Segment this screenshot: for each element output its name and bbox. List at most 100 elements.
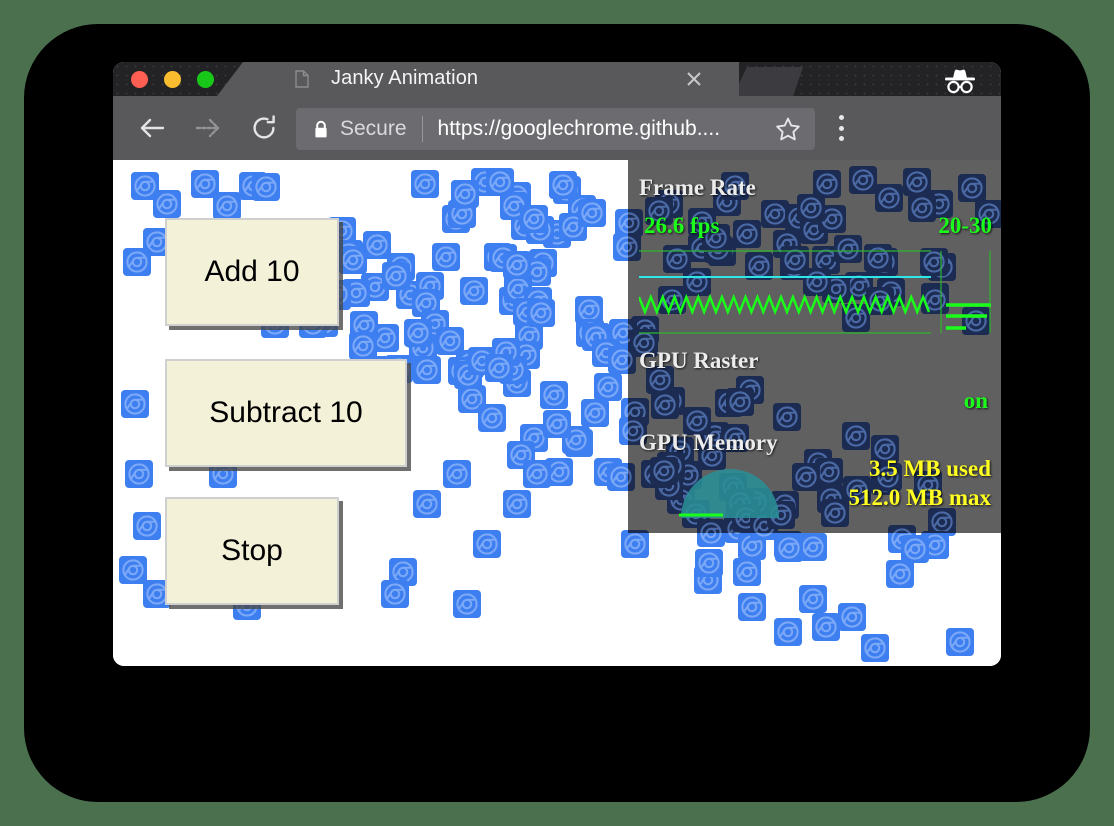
chrome-logo-sprite — [478, 404, 506, 432]
chrome-logo-sprite — [443, 460, 471, 488]
chrome-logo-sprite — [838, 603, 866, 631]
chrome-logo-sprite — [411, 170, 439, 198]
chrome-logo-sprite — [339, 246, 367, 274]
page-viewport: Add 10 Subtract 10 Stop Frame Rate 26.6 … — [113, 160, 1001, 666]
frame-rate-title: Frame Rate — [639, 175, 756, 201]
chrome-logo-sprite — [520, 205, 548, 233]
chrome-logo-sprite — [901, 535, 929, 563]
gpu-raster-title: GPU Raster — [639, 348, 758, 374]
chrome-logo-sprite — [799, 585, 827, 613]
chrome-logo-sprite — [503, 251, 531, 279]
chrome-logo-sprite-dimmed — [797, 194, 825, 222]
chrome-logo-sprite-dimmed — [733, 220, 761, 248]
chrome-logo-sprite — [473, 530, 501, 558]
chrome-logo-sprite-dimmed — [849, 166, 877, 194]
chrome-logo-sprite-dimmed — [774, 531, 802, 533]
three-dot-menu-icon[interactable] — [838, 115, 844, 141]
fps-hud-overlay: Frame Rate 26.6 fps 20-30 GPU Raster — [628, 160, 1001, 533]
page-icon — [295, 70, 309, 88]
window-controls — [131, 71, 214, 88]
chrome-logo-sprite — [812, 613, 840, 641]
chrome-logo-sprite — [523, 460, 551, 488]
address-bar[interactable]: Secure https://googlechrome.github.... — [296, 108, 815, 150]
back-arrow-icon[interactable] — [134, 110, 170, 146]
reload-icon[interactable] — [246, 110, 282, 146]
chrome-logo-sprite-dimmed — [628, 530, 649, 533]
chrome-logo-sprite-dimmed — [792, 463, 820, 491]
chrome-logo-sprite — [252, 173, 280, 201]
star-icon[interactable] — [775, 116, 801, 142]
browser-window: Janky Animation — [113, 62, 1001, 666]
chrome-logo-sprite-dimmed — [958, 174, 986, 202]
chrome-logo-sprite — [594, 373, 622, 401]
close-icon[interactable] — [685, 70, 703, 88]
chrome-logo-sprite — [213, 192, 241, 220]
chrome-logo-sprite-dimmed — [888, 525, 916, 533]
chrome-logo-sprite — [581, 399, 609, 427]
chrome-logo-sprite-dimmed — [628, 346, 636, 374]
chrome-logo-sprite-dimmed — [908, 194, 936, 222]
chrome-logo-sprite — [540, 381, 568, 409]
lock-icon — [313, 120, 329, 139]
chrome-logo-sprite — [527, 299, 555, 327]
chrome-logo-sprite-dimmed — [651, 391, 679, 419]
frame-rate-graph — [639, 250, 991, 334]
omnibox-divider — [422, 116, 423, 142]
chrome-logo-sprite — [121, 390, 149, 418]
frame-rate-range: 20-30 — [938, 213, 992, 239]
chrome-logo-sprite — [413, 490, 441, 518]
chrome-logo-sprite-dimmed — [726, 388, 754, 416]
chrome-logo-sprite-dimmed — [842, 422, 870, 450]
chrome-logo-sprite — [123, 248, 151, 276]
chrome-logo-sprite — [436, 327, 464, 355]
gpu-memory-title: GPU Memory — [639, 430, 778, 456]
chrome-logo-sprite — [133, 512, 161, 540]
chrome-logo-sprite — [451, 180, 479, 208]
stop-button[interactable]: Stop — [165, 497, 339, 605]
chrome-logo-sprite — [153, 190, 181, 218]
chrome-logo-sprite — [549, 171, 577, 199]
chrome-logo-sprite — [363, 231, 391, 259]
chrome-logo-sprite — [774, 618, 802, 646]
new-tab-button[interactable] — [733, 67, 803, 96]
chrome-logo-sprite — [799, 533, 827, 561]
incognito-icon — [938, 66, 982, 94]
chrome-logo-sprite — [886, 560, 914, 588]
minimize-window-button[interactable] — [164, 71, 181, 88]
chrome-logo-sprite — [413, 356, 441, 384]
chrome-logo-sprite — [503, 490, 531, 518]
chrome-logo-sprite — [485, 354, 513, 382]
chrome-logo-sprite — [382, 262, 410, 290]
gpu-memory-used: 3.5 MB used — [869, 456, 991, 482]
url-text[interactable]: https://googlechrome.github.... — [438, 117, 775, 141]
chrome-logo-sprite — [775, 534, 803, 562]
chrome-logo-sprite-dimmed — [628, 463, 635, 491]
forward-arrow-icon — [190, 110, 226, 146]
browser-toolbar: Secure https://googlechrome.github.... — [113, 96, 1001, 160]
subtract-10-button[interactable]: Subtract 10 — [165, 359, 407, 467]
maximize-window-button[interactable] — [197, 71, 214, 88]
chrome-logo-sprite — [733, 558, 761, 586]
tab-strip: Janky Animation — [113, 62, 1001, 96]
chrome-logo-sprite — [460, 277, 488, 305]
chrome-logo-sprite — [946, 628, 974, 656]
chrome-logo-sprite-dimmed — [928, 508, 956, 533]
chrome-logo-sprite — [621, 530, 649, 558]
gpu-memory-max: 512.0 MB max — [849, 485, 991, 511]
chrome-logo-sprite — [578, 199, 606, 227]
chrome-logo-sprite-dimmed — [650, 457, 678, 485]
gpu-raster-value: on — [964, 388, 988, 414]
chrome-logo-sprite — [695, 549, 723, 577]
close-window-button[interactable] — [131, 71, 148, 88]
gpu-memory-gauge — [675, 460, 785, 524]
add-10-button[interactable]: Add 10 — [165, 218, 339, 326]
chrome-logo-sprite-dimmed — [921, 531, 949, 533]
chrome-logo-sprite — [543, 410, 571, 438]
chrome-logo-sprite — [125, 460, 153, 488]
chrome-logo-sprite — [432, 243, 460, 271]
security-label: Secure — [340, 117, 407, 141]
chrome-logo-sprite-dimmed — [773, 403, 801, 431]
frame-rate-value: 26.6 fps — [644, 213, 719, 239]
chrome-logo-sprite — [453, 590, 481, 618]
chrome-logo-sprite — [404, 319, 432, 347]
